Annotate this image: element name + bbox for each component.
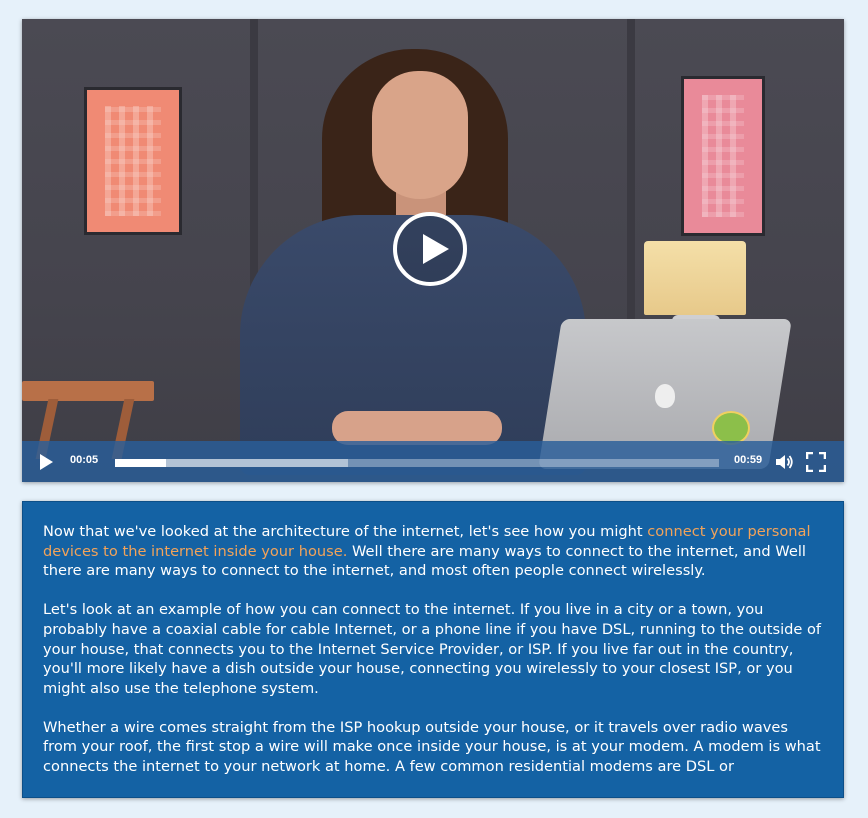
wall-poster [84,87,182,235]
video-player[interactable]: 00:05 00:59 [22,19,844,482]
play-circle-icon[interactable] [393,212,467,286]
fullscreen-icon[interactable] [806,452,826,472]
volume-icon[interactable] [774,452,794,472]
transcript-paragraph: Now that we've looked at the architectur… [43,522,823,581]
presenter-hands [332,411,502,445]
laptop-sticker [712,411,750,445]
progress-bar[interactable] [115,459,719,467]
lamp-shade [644,241,746,315]
laptop-logo [655,384,675,408]
side-table [22,381,154,401]
play-icon[interactable] [36,452,56,472]
progress-played [115,459,167,467]
video-control-bar: 00:05 00:59 [22,441,844,482]
total-time: 00:59 [734,454,763,466]
transcript-paragraph: Let's look at an example of how you can … [43,601,822,697]
current-time: 00:05 [70,454,99,466]
transcript-text: Now that we've looked at the architectur… [43,523,648,540]
presenter-face [372,71,468,199]
transcript-panel: Now that we've looked at the architectur… [22,501,844,798]
wall-poster [681,76,765,236]
transcript-paragraph: Whether a wire comes straight from the I… [43,718,821,776]
